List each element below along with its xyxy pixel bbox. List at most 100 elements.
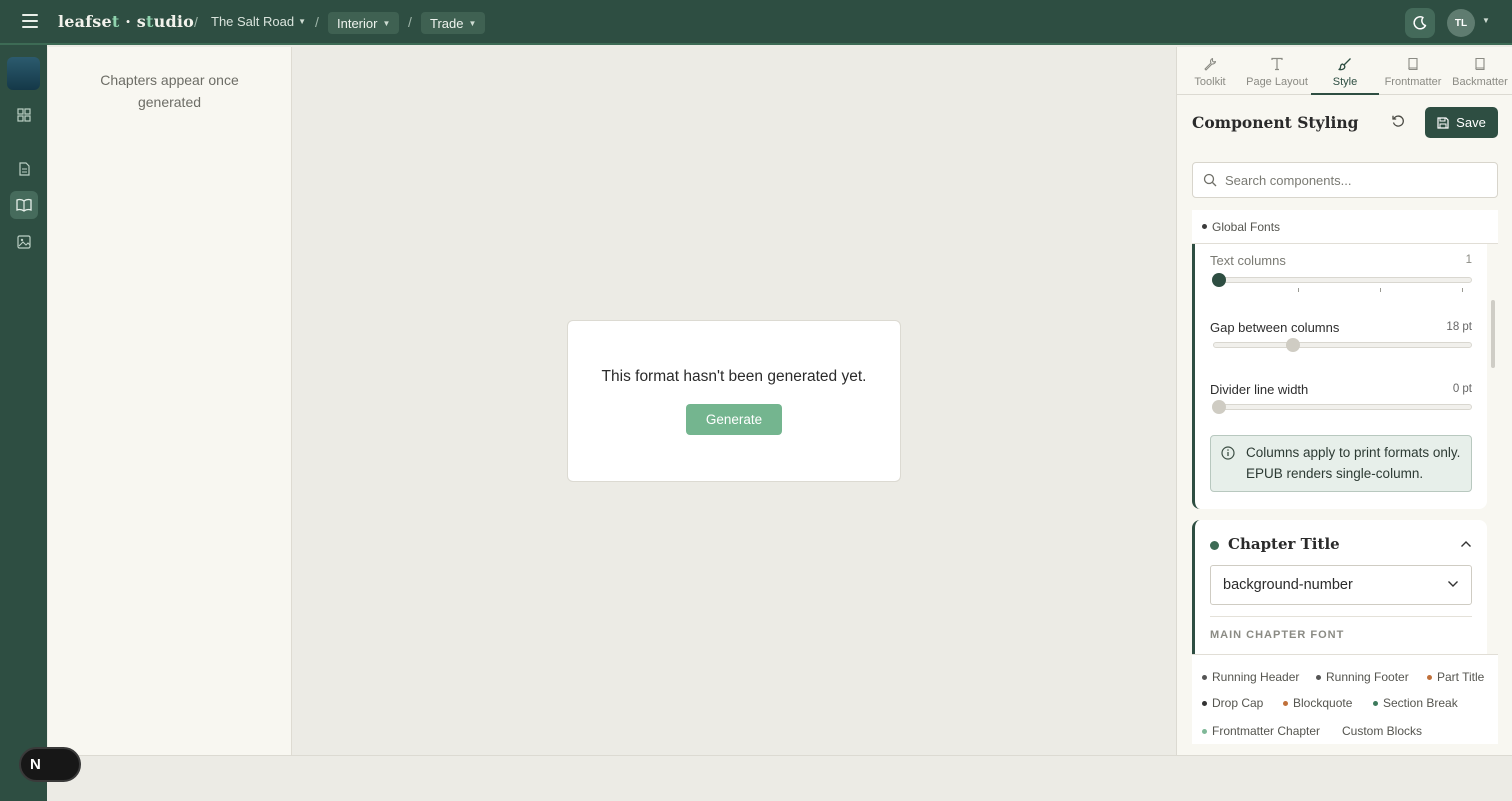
chip-dot — [1202, 700, 1207, 706]
dev-tools-badge[interactable]: N — [19, 747, 81, 782]
chip-label: Frontmatter Chapter — [1212, 724, 1321, 738]
search-icon — [1203, 173, 1217, 187]
breadcrumb-project[interactable]: The Salt Road ▼ — [211, 14, 306, 29]
theme-toggle-button[interactable] — [1405, 8, 1435, 38]
search-input[interactable] — [1225, 172, 1475, 188]
chip-drop-cap[interactable]: Drop Cap — [1202, 696, 1263, 710]
rail-formats-button[interactable] — [10, 191, 38, 219]
tab-style[interactable]: Style — [1311, 53, 1379, 95]
rail-manuscript-button[interactable] — [10, 155, 38, 183]
left-rail — [0, 45, 47, 801]
chapter-title-heading: Chapter Title — [1228, 535, 1340, 553]
slider-tick — [1298, 288, 1299, 292]
tab-page-layout[interactable]: Page Layout — [1243, 53, 1311, 95]
gap-value: 18 pt — [1446, 321, 1472, 333]
save-label: Save — [1456, 115, 1486, 130]
brand-text: leafse — [58, 12, 112, 31]
format-selector[interactable]: Interior ▼ — [328, 12, 400, 34]
generate-button[interactable]: Generate — [686, 404, 782, 435]
divider-width-label: Divider line width — [1210, 382, 1309, 397]
chip-label: Part Title — [1437, 670, 1485, 684]
brand-accent: t — [146, 12, 154, 31]
tab-backmatter[interactable]: Backmatter — [1447, 53, 1512, 95]
divider-width-value: 0 pt — [1452, 383, 1472, 395]
tab-label: Style — [1332, 76, 1358, 88]
chip-running-footer[interactable]: Running Footer — [1316, 670, 1409, 684]
slider-handle[interactable] — [1285, 338, 1300, 352]
divider — [1210, 616, 1472, 617]
chip-section-break[interactable]: Section Break — [1373, 696, 1458, 710]
save-button[interactable]: Save — [1425, 107, 1498, 138]
book-cover-thumbnail[interactable] — [7, 57, 40, 90]
chip-part-title[interactable]: Part Title — [1427, 670, 1484, 684]
chip-frontmatter-chapter[interactable]: Frontmatter Chapter — [1202, 724, 1320, 738]
divider-width-slider[interactable] — [1212, 400, 1472, 414]
chapter-style-value: background-number — [1223, 577, 1353, 593]
tab-label: Page Layout — [1246, 76, 1308, 88]
components-scroll-area[interactable]: Text columns 1 Gap between columns 18 pt… — [1192, 244, 1498, 654]
image-icon — [17, 235, 31, 249]
gap-label: Gap between columns — [1210, 320, 1340, 335]
global-fonts-item[interactable]: Global Fonts — [1192, 210, 1498, 244]
tab-label: Backmatter — [1452, 76, 1508, 88]
tab-toolkit[interactable]: Toolkit — [1177, 53, 1243, 95]
chip-dot — [1427, 674, 1432, 680]
menu-icon[interactable] — [22, 14, 38, 30]
chevron-down-icon: ▼ — [468, 18, 477, 28]
columns-info-note: Columns apply to print formats only. EPU… — [1210, 435, 1472, 492]
rail-images-button[interactable] — [10, 228, 38, 256]
breadcrumb-project-label: The Salt Road — [211, 14, 295, 29]
trim-label: Trade — [430, 15, 464, 31]
chip-dot — [1316, 674, 1321, 680]
chip-blockquote[interactable]: Blockquote — [1283, 696, 1352, 710]
status-dot — [1202, 224, 1207, 229]
chevron-down-icon: ▼ — [298, 17, 307, 26]
chapter-title-card: Chapter Title background-number MAIN CHA… — [1192, 520, 1487, 654]
chip-running-header[interactable]: Running Header — [1202, 670, 1299, 684]
chip-label: Custom Blocks — [1342, 724, 1423, 738]
chip-label: Section Break — [1383, 696, 1458, 710]
wrench-icon — [1204, 57, 1217, 71]
status-dot — [1210, 541, 1219, 550]
gap-slider[interactable] — [1213, 338, 1472, 352]
rail-dashboard-button[interactable] — [10, 101, 38, 129]
tab-frontmatter[interactable]: Frontmatter — [1379, 53, 1447, 95]
slider-tick — [1462, 288, 1463, 292]
not-generated-message: This format hasn't been generated yet. — [601, 368, 867, 385]
slider-handle[interactable] — [1212, 400, 1226, 414]
chip-label: Drop Cap — [1212, 696, 1264, 710]
reset-icon[interactable] — [1391, 114, 1405, 128]
chevron-down-icon[interactable]: ▼ — [1482, 16, 1490, 25]
chip-dot — [1373, 700, 1378, 706]
brand-logo[interactable]: leafset · studio — [58, 12, 194, 31]
chapter-style-select[interactable]: background-number — [1210, 565, 1472, 605]
columns-settings-card: Text columns 1 Gap between columns 18 pt… — [1192, 244, 1487, 509]
text-icon — [1271, 57, 1283, 71]
trim-selector[interactable]: Trade ▼ — [421, 12, 486, 34]
chip-dot — [1283, 700, 1288, 706]
text-columns-label: Text columns — [1210, 253, 1286, 268]
tab-label: Frontmatter — [1384, 76, 1442, 88]
chevron-down-icon: ▼ — [382, 18, 391, 28]
badge-label: N — [30, 756, 41, 773]
chip-dot — [1202, 674, 1207, 680]
top-bar: leafset · studio / The Salt Road ▼ / Int… — [0, 0, 1512, 45]
text-columns-value: 1 — [1465, 254, 1472, 266]
grid-icon — [17, 108, 31, 122]
format-label: Interior — [337, 15, 378, 31]
scrollbar[interactable] — [1491, 300, 1495, 368]
chapters-empty-text: Chapters appear once generated — [100, 72, 239, 110]
style-panel: Toolkit Page Layout Style Frontmatter Ba… — [1176, 47, 1512, 755]
component-search — [1192, 162, 1498, 198]
text-columns-slider[interactable] — [1212, 273, 1472, 287]
chip-label: Running Footer — [1326, 670, 1409, 684]
breadcrumb-separator: / — [194, 14, 198, 30]
open-book-icon — [16, 198, 32, 212]
info-text: Columns apply to print formats only. EPU… — [1246, 445, 1461, 481]
slider-handle[interactable] — [1212, 273, 1226, 287]
avatar[interactable]: TL — [1447, 9, 1475, 37]
not-generated-card: This format hasn't been generated yet. G… — [567, 320, 901, 482]
chevron-up-icon[interactable] — [1460, 540, 1472, 548]
chip-custom-blocks[interactable]: Custom Blocks — [1342, 724, 1422, 738]
document-icon — [19, 162, 30, 176]
